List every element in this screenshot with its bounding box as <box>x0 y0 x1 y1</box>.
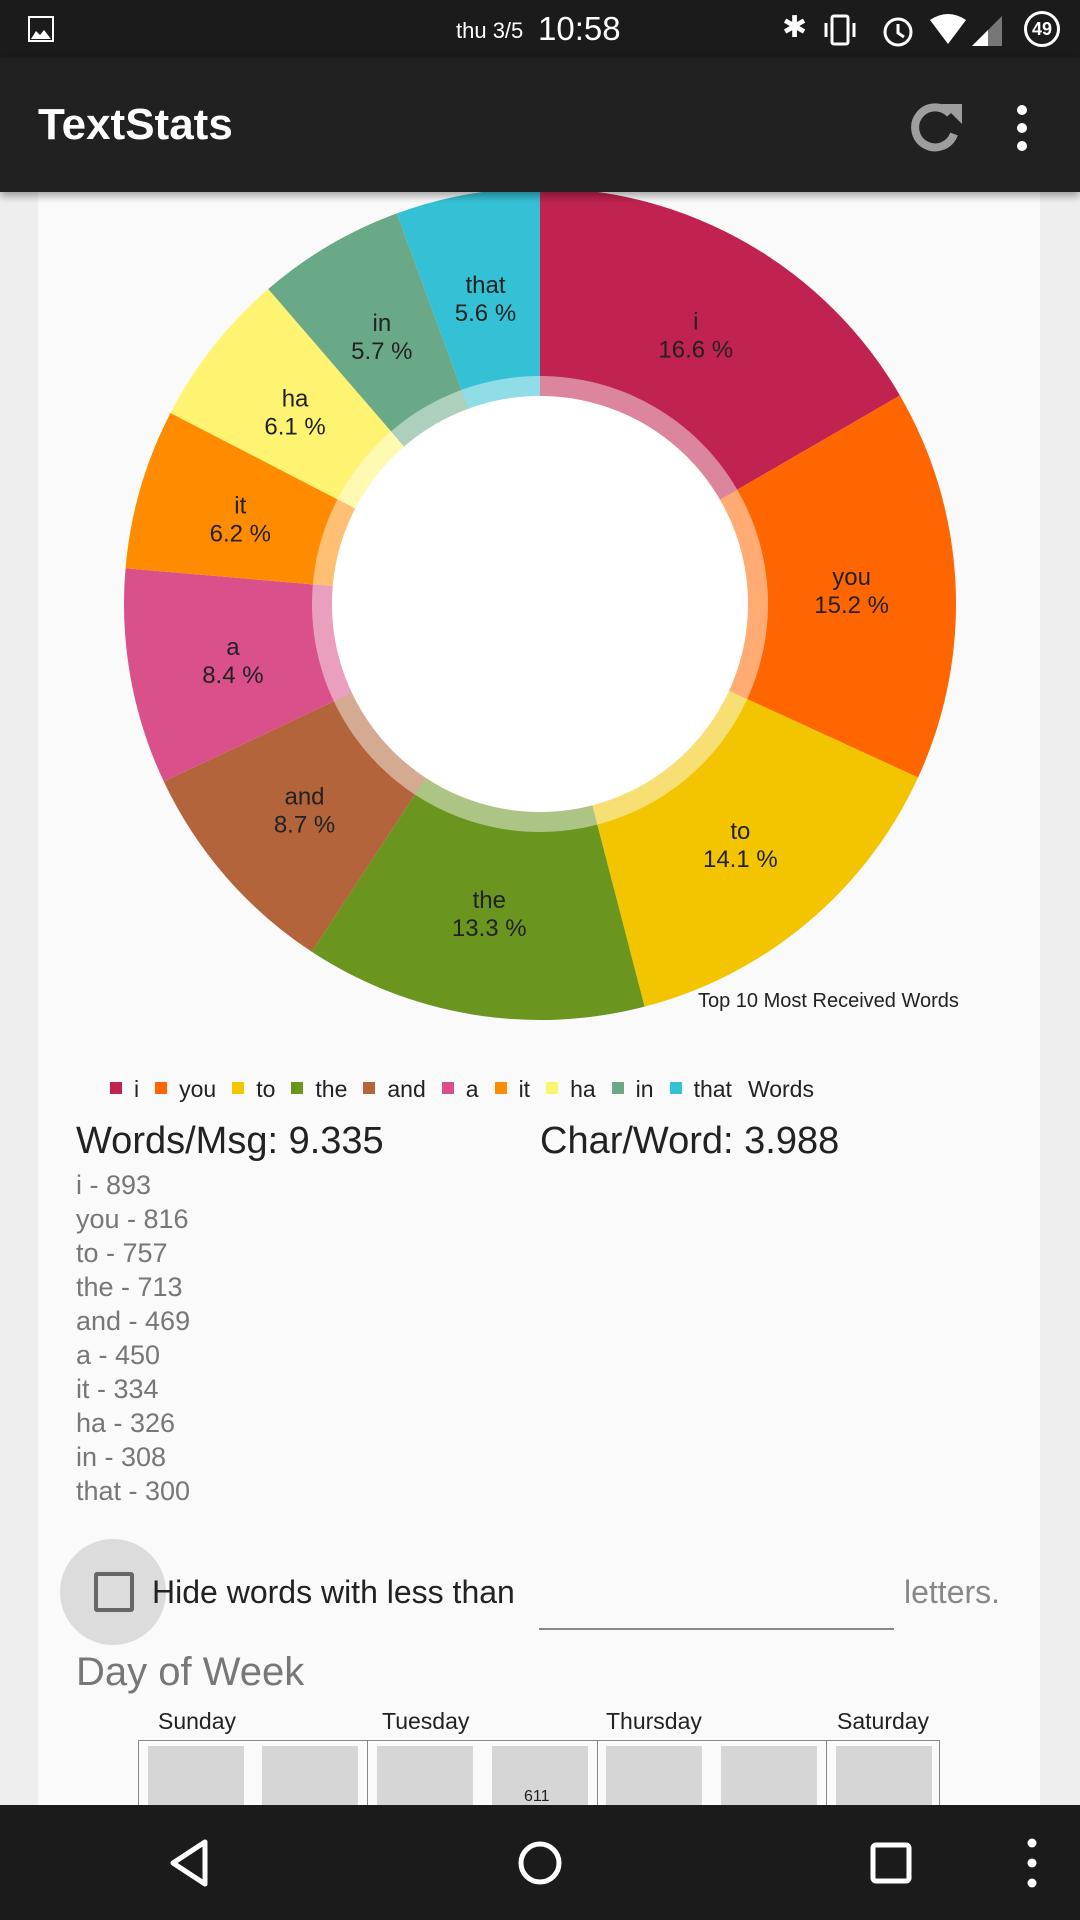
donut-hole <box>332 396 748 812</box>
slice-label-you: you <box>832 564 871 591</box>
checkbox-label: Hide words with less than <box>152 1574 515 1610</box>
grid-line <box>597 1740 598 1810</box>
bar-day-7 <box>836 1746 932 1806</box>
slice-percent-a: 8.4 % <box>202 662 263 689</box>
legend-swatch <box>291 1081 304 1094</box>
grid-line <box>367 1740 368 1810</box>
menu-icon[interactable] <box>1020 1833 1044 1893</box>
slice-percent-to: 14.1 % <box>703 846 778 873</box>
chart-description: Top 10 Most Received Words <box>698 990 959 1012</box>
bar-day-3 <box>377 1746 473 1806</box>
word-count-item: a - 450 <box>76 1340 161 1370</box>
legend-label: it <box>518 1076 531 1102</box>
slice-percent-you: 15.2 % <box>814 592 889 619</box>
bar-day-1 <box>148 1746 244 1806</box>
slice-percent-and: 8.7 % <box>274 812 335 839</box>
app-bar: TextStats <box>0 58 1080 192</box>
slice-label-ha: ha <box>282 386 309 413</box>
words-per-msg: Words/Msg: 9.335 <box>76 1120 384 1162</box>
legend-swatch <box>155 1081 168 1094</box>
slice-label-in: in <box>372 310 391 337</box>
slice-label-a: a <box>226 634 240 661</box>
slice-label-i: i <box>693 309 698 336</box>
tick-label-tuesday: Tuesday <box>382 1708 470 1734</box>
legend-label: i <box>134 1076 140 1102</box>
legend-label: that <box>693 1076 732 1102</box>
min-letters-input[interactable] <box>539 1574 894 1630</box>
slice-percent-i: 16.6 % <box>658 337 733 364</box>
word-count-item: i - 893 <box>76 1170 152 1200</box>
legend-label: the <box>315 1076 348 1102</box>
slice-label-it: it <box>234 492 246 519</box>
bar-day-2 <box>262 1746 358 1806</box>
word-count-item: it - 334 <box>76 1374 159 1404</box>
day-of-week-title: Day of Week <box>76 1650 305 1694</box>
word-count-item: in - 308 <box>76 1442 167 1472</box>
word-count-item: ha - 326 <box>76 1408 176 1438</box>
legend-label: in <box>635 1076 654 1102</box>
legend-swatch <box>546 1081 559 1094</box>
refresh-icon[interactable] <box>906 98 966 158</box>
letters-suffix: letters. <box>904 1574 1001 1610</box>
legend-label: you <box>179 1076 217 1102</box>
legend-swatch <box>441 1081 454 1094</box>
legend-title: Words <box>747 1076 814 1102</box>
tick-label-thursday: Thursday <box>606 1708 702 1734</box>
bar-day-5 <box>606 1746 702 1806</box>
word-count-item: to - 757 <box>76 1238 168 1268</box>
navigation-bar <box>0 1805 1080 1920</box>
tick-label-saturday: Saturday <box>837 1708 930 1734</box>
slice-percent-the: 13.3 % <box>452 915 527 942</box>
bar-value-label: 611 <box>524 1788 550 1805</box>
slice-percent-it: 6.2 % <box>210 520 271 547</box>
legend-swatch <box>110 1081 122 1094</box>
slice-label-to: to <box>730 818 750 845</box>
legend-swatch <box>363 1081 376 1094</box>
slice-label-and: and <box>284 784 324 811</box>
slice-label-the: the <box>473 887 506 914</box>
slice-percent-that: 5.6 % <box>455 300 516 327</box>
legend-label: ha <box>570 1076 596 1102</box>
chart-legend: i you to the and a it ha in that Words <box>110 1076 814 1103</box>
back-icon[interactable] <box>165 1838 215 1888</box>
slice-percent-ha: 6.1 % <box>264 414 325 441</box>
hide-short-words-checkbox[interactable] <box>94 1572 134 1612</box>
word-count-item: that - 300 <box>76 1476 191 1506</box>
slice-percent-in: 5.7 % <box>351 338 412 365</box>
char-per-word: Char/Word: 3.988 <box>540 1120 840 1162</box>
legend-swatch <box>669 1081 682 1094</box>
app-title: TextStats <box>38 100 233 149</box>
grid-line <box>826 1740 827 1810</box>
slice-label-that: that <box>465 272 505 299</box>
overflow-menu-icon[interactable] <box>1010 102 1034 158</box>
word-count-item: you - 816 <box>76 1204 189 1234</box>
legend-swatch <box>611 1081 624 1094</box>
recents-icon[interactable] <box>866 1838 916 1888</box>
word-count-item: and - 469 <box>76 1306 191 1336</box>
legend-swatch <box>494 1081 507 1094</box>
legend-swatch <box>232 1081 245 1094</box>
legend-label: to <box>256 1076 276 1102</box>
word-count-item: the - 713 <box>76 1272 183 1302</box>
legend-label: a <box>465 1076 479 1102</box>
tick-label-sunday: Sunday <box>158 1708 237 1734</box>
legend-label: and <box>387 1076 426 1102</box>
bar-day-6 <box>721 1746 817 1806</box>
home-icon[interactable] <box>515 1838 565 1888</box>
